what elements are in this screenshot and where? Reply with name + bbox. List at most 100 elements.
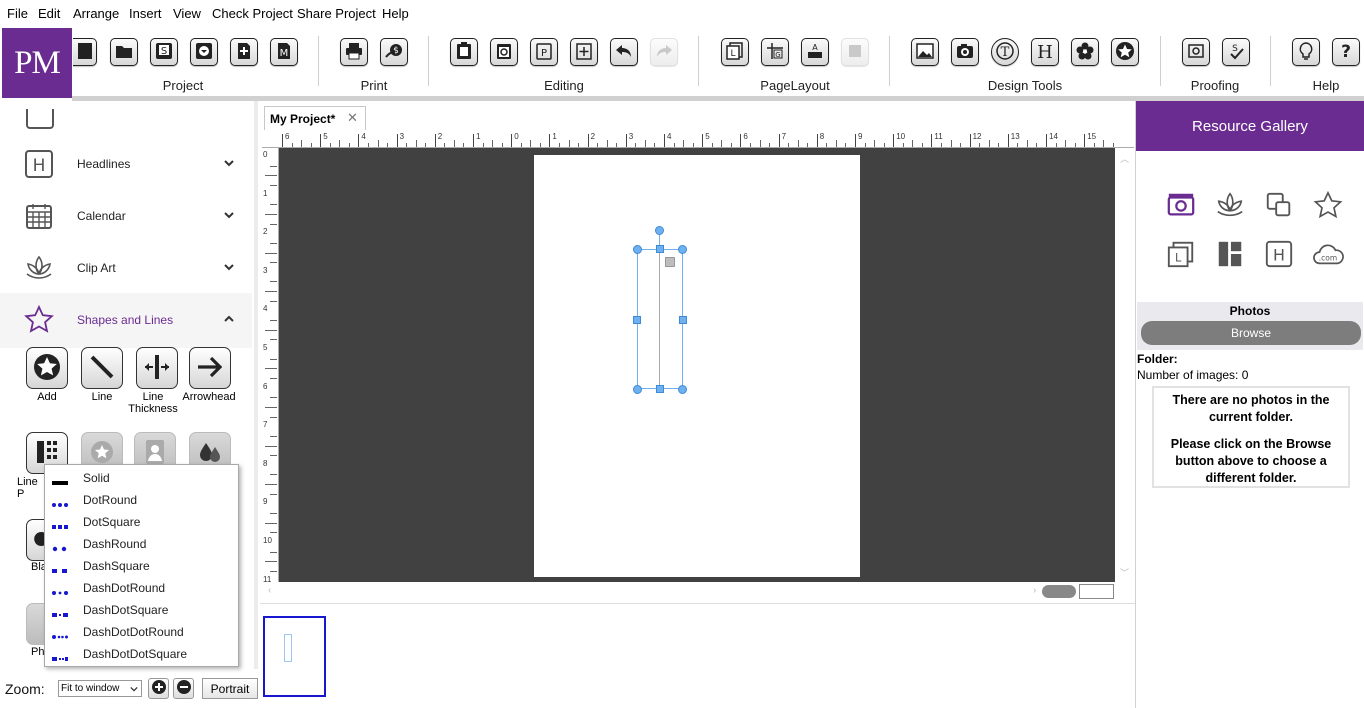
insert-image-button[interactable] <box>911 38 939 66</box>
pattern-dashdotround[interactable]: DashDotRound <box>45 577 238 599</box>
templates-button[interactable]: M <box>270 38 298 66</box>
chevron-up-icon[interactable]: ︿ <box>1120 152 1129 165</box>
document-tab[interactable]: My Project* ✕ <box>264 106 366 130</box>
chevron-right-icon[interactable]: › <box>1033 585 1036 596</box>
zoom-slider-box[interactable] <box>1079 584 1114 599</box>
cut-button[interactable] <box>450 38 478 66</box>
gallery-clipart-tab[interactable] <box>1214 190 1246 222</box>
pattern-dashsquare[interactable]: DashSquare <box>45 555 238 577</box>
menu-insert[interactable]: Insert <box>129 6 162 21</box>
selected-line-shape[interactable] <box>659 249 660 389</box>
page-color-button[interactable] <box>841 38 869 66</box>
gallery-shapes-tab[interactable] <box>1263 190 1295 222</box>
clipart-button[interactable] <box>1071 38 1099 66</box>
pattern-solid[interactable]: Solid <box>45 467 238 489</box>
gallery-templates-tab[interactable] <box>1214 239 1246 271</box>
redo-button[interactable] <box>650 38 678 66</box>
resize-handle-sw[interactable] <box>633 385 642 394</box>
orientation-button[interactable]: Portrait <box>202 678 258 699</box>
preview-button[interactable] <box>1182 38 1210 66</box>
guides-button[interactable]: G <box>761 38 789 66</box>
camera-button[interactable] <box>951 38 979 66</box>
chevron-left-icon[interactable]: ‹ <box>268 585 271 596</box>
new-project-button[interactable] <box>73 38 97 66</box>
pattern-dotround[interactable]: DotRound <box>45 489 238 511</box>
spell-check-button[interactable]: S <box>1222 38 1250 66</box>
open-project-button[interactable] <box>110 38 138 66</box>
canvas-horizontal-scrollbar[interactable]: ‹ › <box>262 582 1134 602</box>
rotate-handle[interactable] <box>655 226 664 235</box>
menu-check-project[interactable]: Check Project <box>212 6 293 21</box>
ruler-label: 13 <box>1010 132 1020 141</box>
zoom-out-button[interactable] <box>173 678 194 699</box>
line-button[interactable] <box>81 347 123 389</box>
resize-handle-se[interactable] <box>678 385 687 394</box>
menu-edit[interactable]: Edit <box>38 6 60 21</box>
resize-handle-n[interactable] <box>656 245 664 253</box>
add-page-button[interactable] <box>570 38 598 66</box>
pattern-dashround[interactable]: DashRound <box>45 533 238 555</box>
export-button[interactable] <box>230 38 258 66</box>
ruler-label: 3 <box>399 132 405 141</box>
menu-share-project[interactable]: Share Project <box>297 6 376 21</box>
ruler-tick <box>282 134 283 147</box>
shapes-button[interactable] <box>1111 38 1139 66</box>
resize-handle-nw[interactable] <box>633 245 642 254</box>
selection-box[interactable] <box>637 249 683 389</box>
save-project-button[interactable]: S <box>150 38 178 66</box>
paste-button[interactable]: P <box>530 38 558 66</box>
add-shape-button[interactable] <box>26 347 68 389</box>
gallery-online-tab[interactable]: .com <box>1312 239 1344 271</box>
gallery-layouts-tab[interactable]: L <box>1165 239 1197 271</box>
line-thickness-button[interactable] <box>136 347 178 389</box>
undo-button[interactable] <box>610 38 638 66</box>
save-as-button[interactable] <box>190 38 218 66</box>
print-button[interactable] <box>340 38 368 66</box>
eye-preview-icon <box>1186 41 1206 64</box>
menu-arrange[interactable]: Arrange <box>73 6 119 21</box>
background-button[interactable]: A <box>801 38 829 66</box>
pattern-dashdotsquare[interactable]: DashDotSquare <box>45 599 238 621</box>
arrowhead-button[interactable] <box>189 347 231 389</box>
pattern-dashdotdotround[interactable]: DashDotDotRound <box>45 621 238 643</box>
lock-icon[interactable] <box>665 257 675 267</box>
zoom-toggle[interactable] <box>1042 585 1076 598</box>
category-headlines[interactable]: H Headlines <box>0 141 252 187</box>
menu-help[interactable]: Help <box>382 6 409 21</box>
ruler-minor-tick <box>597 143 599 147</box>
resize-handle-e[interactable] <box>679 316 687 324</box>
close-icon[interactable]: ✕ <box>347 110 358 126</box>
tips-button[interactable] <box>1292 38 1320 66</box>
gallery-stickers-tab[interactable] <box>1312 190 1344 222</box>
pattern-dotsquare[interactable]: DotSquare <box>45 511 238 533</box>
text-button[interactable]: T <box>991 38 1019 66</box>
category-clip-art[interactable]: Clip Art <box>0 245 252 291</box>
category-calendar[interactable]: Calendar <box>0 193 252 239</box>
order-print-button[interactable]: $ <box>380 38 408 66</box>
gallery-photos-tab[interactable] <box>1165 190 1197 222</box>
category-shapes-and-lines[interactable]: Shapes and Lines <box>0 297 252 343</box>
pages-l-icon: L <box>725 41 745 64</box>
resize-handle-w[interactable] <box>633 316 641 324</box>
resize-handle-ne[interactable] <box>678 245 687 254</box>
zoom-select[interactable]: Fit to window <box>58 680 142 697</box>
menu-file[interactable]: File <box>7 6 28 21</box>
resize-handle-s[interactable] <box>656 385 664 393</box>
copy-button[interactable] <box>490 38 518 66</box>
pattern-dashdotdotsquare[interactable]: DashDotDotSquare <box>45 643 238 665</box>
project-page[interactable] <box>534 155 860 577</box>
menu-view[interactable]: View <box>173 6 201 21</box>
help-button[interactable]: ? <box>1332 38 1360 66</box>
chevron-down-icon[interactable]: ﹀ <box>1120 566 1129 579</box>
gallery-headlines-tab[interactable]: H <box>1263 239 1295 271</box>
layout-button[interactable]: L <box>721 38 749 66</box>
page-thumbnail-1[interactable] <box>263 616 326 697</box>
photo-shape-button[interactable] <box>26 603 46 645</box>
browse-button[interactable]: Browse <box>1141 321 1361 345</box>
headline-button[interactable]: H <box>1031 38 1059 66</box>
left-panel-scrollbar[interactable] <box>254 101 258 669</box>
blend-button[interactable] <box>26 519 48 561</box>
zoom-in-button[interactable] <box>148 678 169 699</box>
canvas-vertical-scrollbar[interactable]: ︿ ﹀ <box>1115 148 1134 582</box>
group-separator <box>1160 36 1161 86</box>
